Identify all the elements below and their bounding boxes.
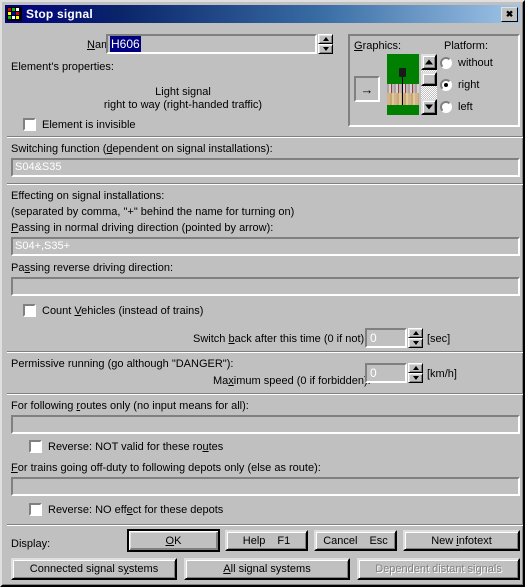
name-spinner[interactable] bbox=[318, 34, 333, 54]
switch-back-spinner-up-icon[interactable] bbox=[408, 328, 423, 338]
forward-direction-label: Passing in normal driving direction (poi… bbox=[11, 222, 274, 234]
window-inner-frame: Stop signal Name: H606 Element's propert… bbox=[2, 2, 523, 585]
reverse-direction-input[interactable] bbox=[11, 277, 520, 296]
platform-option-left[interactable]: left bbox=[440, 101, 473, 113]
platform-option-right-label: right bbox=[458, 79, 480, 91]
max-speed-spinner[interactable] bbox=[408, 363, 423, 383]
max-speed-spinner-up-icon[interactable] bbox=[408, 363, 423, 373]
help-button[interactable]: Help F1 bbox=[225, 530, 308, 551]
radio-dot bbox=[440, 79, 452, 91]
properties-line-2: right to way (right-handed traffic) bbox=[103, 99, 263, 111]
routes-input[interactable] bbox=[11, 415, 520, 434]
new-infotext-button[interactable]: New infotext bbox=[403, 530, 520, 551]
divider-4 bbox=[7, 393, 523, 395]
cancel-button-label: Cancel bbox=[323, 534, 358, 547]
platform-band bbox=[387, 93, 419, 105]
window-title: Stop signal bbox=[26, 7, 93, 21]
ok-button[interactable]: OK bbox=[127, 529, 220, 552]
cancel-button-shortcut: Esc bbox=[369, 534, 388, 547]
checkbox-box bbox=[29, 440, 42, 453]
stop-signal-dialog: Stop signal Name: H606 Element's propert… bbox=[0, 0, 525, 587]
all-signal-systems-button[interactable]: All signal systems bbox=[184, 558, 350, 580]
platform-option-right[interactable]: right bbox=[440, 79, 479, 91]
switch-back-value: 0 bbox=[370, 331, 377, 345]
routes-label: For following routes only (no input mean… bbox=[11, 400, 249, 412]
scroll-up-icon[interactable] bbox=[421, 54, 437, 70]
element-invisible-checkbox[interactable]: Element is invisible bbox=[23, 118, 136, 131]
signal-lights-icon bbox=[7, 7, 22, 21]
help-button-label: Help bbox=[242, 534, 266, 547]
reverse-routes-checkbox[interactable]: Reverse: NOT valid for these routes bbox=[29, 440, 223, 453]
radio-dot bbox=[440, 57, 452, 69]
checkbox-box bbox=[23, 304, 36, 317]
all-signal-systems-label: All signal systems bbox=[223, 563, 311, 575]
platform-label: Platform: bbox=[444, 40, 489, 52]
reverse-routes-label: Reverse: NOT valid for these routes bbox=[48, 440, 224, 453]
name-input[interactable]: H606 bbox=[106, 34, 317, 54]
help-button-shortcut: F1 bbox=[277, 534, 291, 547]
switching-function-label: Switching function (dependent on signal … bbox=[11, 143, 273, 155]
depots-input[interactable] bbox=[11, 477, 520, 496]
effecting-hint: (separated by comma, "+" behind the name… bbox=[11, 206, 295, 218]
permissive-heading: Permissive running (go although "DANGER"… bbox=[11, 358, 234, 370]
switch-back-input[interactable]: 0 bbox=[365, 328, 407, 348]
new-infotext-button-label: New infotext bbox=[431, 534, 492, 547]
count-vehicles-label: Count Vehicles (instead of trains) bbox=[42, 304, 204, 317]
switch-back-spinner[interactable] bbox=[408, 328, 423, 348]
checkbox-box bbox=[23, 118, 36, 131]
name-spinner-up-icon[interactable] bbox=[318, 34, 333, 44]
checkbox-box bbox=[29, 503, 42, 516]
graphics-label: Graphics: bbox=[354, 40, 402, 52]
name-input-value: H606 bbox=[110, 36, 141, 52]
max-speed-label: Maximum speed (0 if forbidden): bbox=[213, 375, 371, 387]
effecting-heading: Effecting on signal installations: bbox=[11, 190, 165, 202]
max-speed-unit: [km/h] bbox=[427, 368, 457, 380]
switching-function-input[interactable]: S04&S35 bbox=[11, 158, 520, 177]
connected-signal-systems-button[interactable]: Connected signal systems bbox=[11, 558, 177, 580]
divider-5 bbox=[7, 524, 523, 526]
forward-direction-input[interactable]: S04+,S35+ bbox=[11, 237, 520, 256]
display-label: Display: bbox=[11, 538, 51, 550]
name-spinner-down-icon[interactable] bbox=[318, 44, 333, 54]
graphics-scrollbar[interactable] bbox=[421, 54, 437, 115]
max-speed-input[interactable]: 0 bbox=[365, 363, 407, 383]
properties-heading: Element's properties: bbox=[11, 61, 114, 73]
divider-3 bbox=[7, 351, 523, 353]
track-band bbox=[387, 84, 419, 93]
depots-label: For trains going off-duty to following d… bbox=[11, 462, 321, 474]
divider-2 bbox=[7, 183, 523, 185]
connected-signal-systems-label: Connected signal systems bbox=[29, 563, 159, 575]
reverse-depots-label: Reverse: NO effect for these depots bbox=[48, 503, 224, 516]
platform-option-without-label: without bbox=[458, 57, 493, 69]
graphics-prev-button[interactable]: → bbox=[354, 76, 380, 102]
title-bar[interactable]: Stop signal bbox=[5, 5, 520, 23]
max-speed-value: 0 bbox=[370, 366, 377, 380]
signal-head bbox=[399, 68, 406, 77]
reverse-direction-label: Passing reverse driving direction: bbox=[11, 262, 174, 274]
radio-dot bbox=[440, 101, 452, 113]
switch-back-unit: [sec] bbox=[427, 333, 451, 345]
cancel-button[interactable]: Cancel Esc bbox=[314, 530, 397, 551]
graphics-preview[interactable] bbox=[387, 54, 419, 115]
platform-option-left-label: left bbox=[458, 101, 473, 113]
scrollbar-track[interactable] bbox=[421, 70, 437, 99]
scroll-down-icon[interactable] bbox=[421, 99, 437, 115]
switch-back-label: Switch back after this time (0 if not): bbox=[193, 333, 368, 345]
reverse-depots-checkbox[interactable]: Reverse: NO effect for these depots bbox=[29, 503, 223, 516]
close-icon[interactable] bbox=[501, 6, 518, 22]
dependent-distant-signals-label: Dependent distant signals bbox=[375, 563, 502, 575]
max-speed-spinner-down-icon[interactable] bbox=[408, 373, 423, 383]
signal-mast bbox=[402, 74, 403, 105]
count-vehicles-checkbox[interactable]: Count Vehicles (instead of trains) bbox=[23, 304, 203, 317]
dependent-distant-signals-button: Dependent distant signals bbox=[357, 558, 520, 580]
properties-line-1: Light signal bbox=[155, 86, 211, 98]
divider-1 bbox=[7, 136, 523, 138]
platform-option-without[interactable]: without bbox=[440, 57, 493, 69]
element-invisible-label: Element is invisible bbox=[42, 118, 136, 131]
scrollbar-thumb[interactable] bbox=[421, 72, 437, 86]
switch-back-spinner-down-icon[interactable] bbox=[408, 338, 423, 348]
right-arrow-icon: → bbox=[360, 81, 374, 97]
ok-button-label: OK bbox=[165, 534, 182, 547]
